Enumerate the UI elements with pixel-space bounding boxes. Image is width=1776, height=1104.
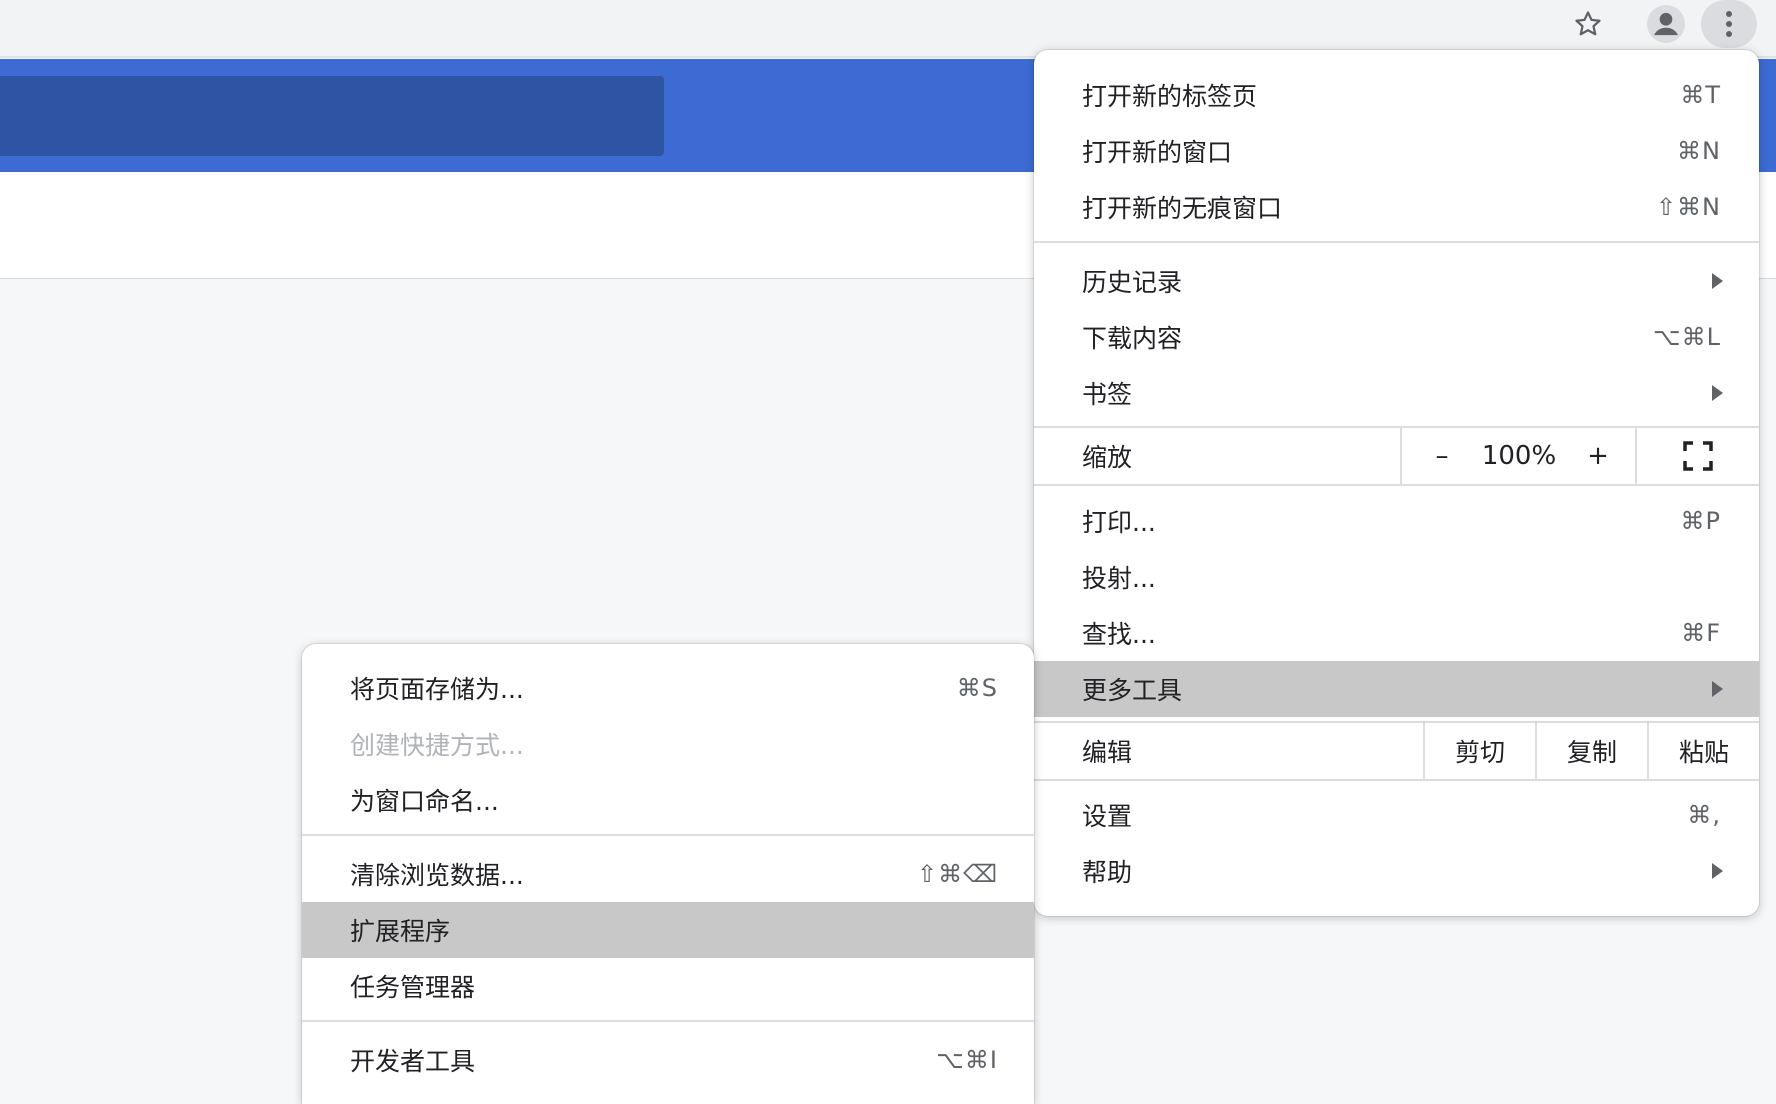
zoom-level: 100% — [1472, 428, 1566, 484]
menu-item-shortcut: ⌘N — [1677, 137, 1721, 165]
menu-item-bookmarks[interactable]: 书签 — [1034, 365, 1759, 421]
cut-label: 剪切 — [1454, 738, 1505, 767]
menu-item-label: 任务管理器 — [350, 973, 476, 1002]
menu-item-label: 编辑 — [1082, 738, 1133, 767]
zoom-out-button[interactable]: – — [1412, 428, 1472, 484]
submenu-item-name-window[interactable]: 为窗口命名... — [302, 772, 1034, 828]
submenu-item-create-shortcut: 创建快捷方式... — [302, 716, 1034, 772]
menu-separator — [1034, 484, 1759, 486]
submenu-item-extensions[interactable]: 扩展程序 — [302, 902, 1034, 958]
menu-item-label: 历史记录 — [1082, 268, 1183, 297]
menu-item-shortcut: ⌥⌘I — [936, 1046, 998, 1074]
submenu-item-dev-tools[interactable]: 开发者工具 ⌥⌘I — [302, 1032, 1034, 1088]
menu-separator — [1034, 779, 1759, 781]
more-tools-submenu: 将页面存储为... ⌘S 创建快捷方式... 为窗口命名... 清除浏览数据..… — [302, 644, 1034, 1104]
menu-item-label: 帮助 — [1082, 858, 1133, 887]
submenu-arrow-icon — [1712, 273, 1723, 289]
chrome-main-menu: 打开新的标签页 ⌘T 打开新的窗口 ⌘N 打开新的无痕窗口 ⇧⌘N 历史记录 下… — [1034, 50, 1759, 916]
menu-item-label: 打开新的无痕窗口 — [1082, 194, 1283, 223]
paste-button[interactable]: 粘贴 — [1649, 723, 1759, 779]
menu-item-cast[interactable]: 投射... — [1034, 549, 1759, 605]
profile-button[interactable] — [1638, 0, 1694, 48]
menu-item-find[interactable]: 查找... ⌘F — [1034, 605, 1759, 661]
menu-item-shortcut: ⌘S — [956, 674, 998, 702]
menu-item-label: 打开新的标签页 — [1082, 82, 1258, 111]
submenu-arrow-icon — [1712, 385, 1723, 401]
menu-item-shortcut: ⌥⌘L — [1652, 323, 1721, 351]
menu-item-label: 创建快捷方式... — [350, 731, 524, 760]
page-search-bar[interactable] — [0, 76, 664, 156]
menu-item-help[interactable]: 帮助 — [1034, 843, 1759, 899]
star-outline-icon — [1575, 11, 1601, 36]
menu-item-label: 缩放 — [1082, 443, 1133, 472]
menu-item-label: 为窗口命名... — [350, 787, 499, 816]
menu-item-label: 扩展程序 — [350, 917, 451, 946]
menu-item-label: 打开新的窗口 — [1082, 138, 1233, 167]
menu-item-label: 设置 — [1082, 802, 1133, 831]
menu-item-label: 查找... — [1082, 620, 1156, 649]
zoom-in-button[interactable]: + — [1568, 428, 1628, 484]
menu-item-label: 投射... — [1082, 564, 1156, 593]
menu-item-more-tools[interactable]: 更多工具 — [1034, 661, 1759, 717]
fullscreen-icon — [1683, 441, 1713, 471]
menu-item-label: 打印... — [1082, 508, 1156, 537]
menu-separator — [302, 834, 1034, 836]
zoom-in-label: + — [1587, 441, 1609, 471]
menu-item-shortcut: ⇧⌘N — [1655, 193, 1721, 221]
menu-item-shortcut: ⌘T — [1680, 81, 1721, 109]
cut-button[interactable]: 剪切 — [1425, 723, 1535, 779]
menu-item-label: 更多工具 — [1082, 676, 1183, 705]
submenu-item-save-page[interactable]: 将页面存储为... ⌘S — [302, 660, 1034, 716]
copy-button[interactable]: 复制 — [1537, 723, 1647, 779]
copy-label: 复制 — [1566, 738, 1617, 767]
zoom-divider — [1400, 428, 1402, 484]
menu-item-print[interactable]: 打印... ⌘P — [1034, 493, 1759, 549]
fullscreen-button[interactable] — [1637, 428, 1759, 484]
menu-item-shortcut: ⌘, — [1687, 801, 1721, 829]
bookmark-star-button[interactable] — [1560, 0, 1616, 48]
menu-item-label: 下载内容 — [1082, 324, 1183, 353]
menu-separator — [302, 1020, 1034, 1022]
menu-item-downloads[interactable]: 下载内容 ⌥⌘L — [1034, 309, 1759, 365]
person-icon — [1647, 5, 1685, 43]
submenu-arrow-icon — [1712, 681, 1723, 697]
submenu-arrow-icon — [1712, 863, 1723, 879]
menu-item-incognito[interactable]: 打开新的无痕窗口 ⇧⌘N — [1034, 179, 1759, 235]
menu-item-settings[interactable]: 设置 ⌘, — [1034, 787, 1759, 843]
menu-item-label: 将页面存储为... — [350, 675, 524, 704]
menu-item-label: 开发者工具 — [350, 1047, 476, 1076]
menu-item-new-tab[interactable]: 打开新的标签页 ⌘T — [1034, 67, 1759, 123]
menu-item-shortcut: ⌘P — [1680, 507, 1721, 535]
zoom-out-label: – — [1435, 441, 1449, 471]
three-dot-vertical-icon — [1726, 11, 1732, 37]
zoom-value: 100% — [1481, 441, 1557, 471]
submenu-item-clear-data[interactable]: 清除浏览数据... ⇧⌘⌫ — [302, 846, 1034, 902]
browser-toolbar — [0, 0, 1776, 56]
menu-item-history[interactable]: 历史记录 — [1034, 253, 1759, 309]
menu-item-shortcut: ⌘F — [1681, 619, 1721, 647]
menu-separator — [1034, 241, 1759, 243]
submenu-item-task-manager[interactable]: 任务管理器 — [302, 958, 1034, 1014]
menu-item-label: 清除浏览数据... — [350, 861, 524, 890]
menu-item-label: 书签 — [1082, 380, 1133, 409]
paste-label: 粘贴 — [1678, 738, 1729, 767]
more-menu-button[interactable] — [1701, 0, 1757, 48]
menu-item-new-window[interactable]: 打开新的窗口 ⌘N — [1034, 123, 1759, 179]
menu-item-shortcut: ⇧⌘⌫ — [916, 860, 998, 888]
